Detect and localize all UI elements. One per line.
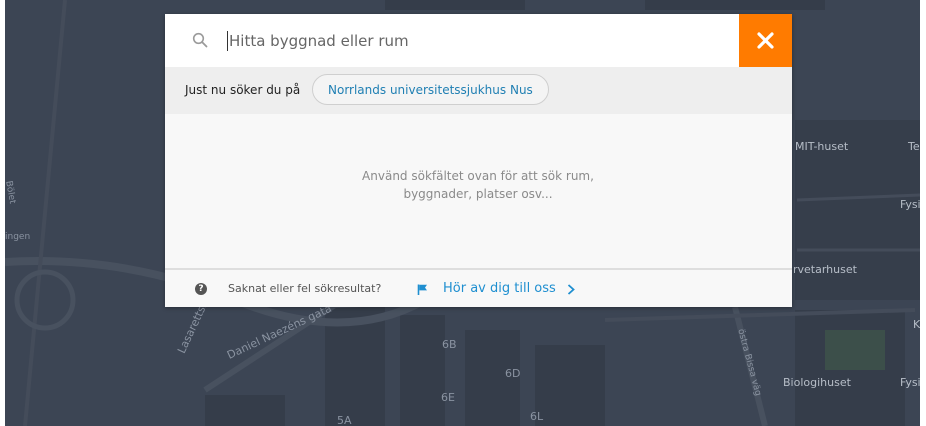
map-label-mit-huset: MIT-huset — [795, 140, 849, 153]
search-input[interactable] — [227, 27, 729, 55]
map-label-6d: 6D — [505, 367, 521, 380]
map-label-fysi-bottom: Fysi — [900, 376, 920, 389]
map-label-5a: 5A — [337, 414, 352, 426]
map-label-6e: 6E — [441, 391, 455, 404]
chevron-right-icon — [567, 284, 575, 295]
search-dialog: Just nu söker du på Norrlands universite… — [165, 14, 792, 307]
map-label-6l: 6L — [530, 410, 544, 423]
flag-icon — [417, 284, 427, 295]
results-area: Använd sökfältet ovan för att sök rum, b… — [165, 114, 792, 268]
empty-hint-line-2: byggnader, platser osv... — [403, 187, 553, 201]
map-label-naturvetarhuset: rvetarhuset — [793, 263, 857, 276]
search-scope-bar: Just nu söker du på Norrlands universite… — [165, 67, 792, 114]
question-icon: ? — [195, 283, 207, 295]
contact-us-label: Hör av dig till oss — [443, 281, 556, 296]
map-label-fysi-top: Fysi — [900, 198, 920, 211]
empty-results-hint: Använd sökfältet ovan för att sök rum, b… — [328, 167, 628, 203]
scope-label: Just nu söker du på — [185, 83, 301, 97]
search-icon — [192, 32, 208, 48]
close-button[interactable] — [739, 14, 792, 67]
map-label-side-left-1: ingen — [5, 232, 31, 242]
map-label-tek: Tek — [908, 140, 920, 153]
text-caret — [227, 31, 228, 51]
empty-hint-line-1: Använd sökfältet ovan för att sök rum, — [362, 169, 594, 183]
search-bar — [165, 14, 792, 67]
map-label-biologihuset: Biologihuset — [783, 376, 851, 389]
map-label-k: K — [913, 318, 920, 331]
close-icon — [757, 32, 774, 49]
scope-chip[interactable]: Norrlands universitetssjukhus Nus — [312, 74, 549, 105]
map-label-6b: 6B — [442, 338, 457, 351]
missing-results-text: Saknat eller fel sökresultat? — [228, 282, 382, 295]
feedback-footer: ? Saknat eller fel sökresultat? Hör av d… — [165, 268, 792, 307]
